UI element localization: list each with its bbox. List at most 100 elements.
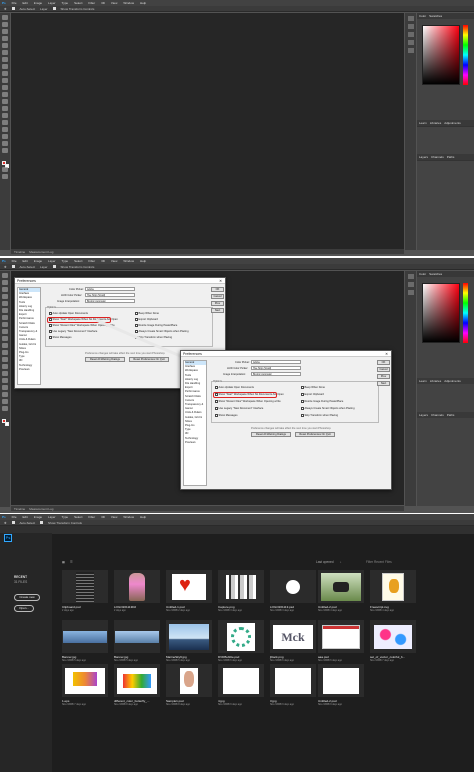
tab-libraries[interactable]: Libraries (430, 121, 442, 125)
color-field[interactable] (422, 25, 460, 85)
properties-icon[interactable] (407, 24, 414, 29)
hud-select[interactable]: Hue Strip (Small) (251, 366, 301, 370)
character-icon[interactable] (407, 32, 414, 37)
skip-transform-option[interactable]: Skip Transform when Placing (301, 414, 338, 417)
move-tool-icon[interactable]: ✥ (4, 7, 7, 11)
show-messages-option[interactable]: Show Messages (215, 414, 238, 417)
brush-settings-icon[interactable] (407, 48, 414, 53)
tab-channels[interactable]: Channels (431, 155, 444, 159)
color-picker-select[interactable]: Adobe (251, 360, 301, 364)
tab-learn[interactable]: Learn (419, 121, 427, 125)
prev-button[interactable]: Prev (377, 374, 390, 379)
sort-dropdown[interactable]: Last opened (316, 560, 334, 564)
menu-view[interactable]: View (111, 515, 117, 519)
move-tool-icon[interactable] (2, 15, 8, 20)
recent-file-tile[interactable]: 4.jpg Size 63MB 9 days ago (218, 664, 266, 708)
menu-3d[interactable]: 3D (101, 1, 105, 5)
recent-file-tile[interactable]: Sample1.psd Size 63MB 8 days ago (166, 664, 214, 708)
reset-on-quit-button[interactable]: Reset Preferences On Quit (295, 432, 335, 437)
auto-select-checkbox[interactable] (11, 7, 15, 10)
recent-file-tile[interactable]: 3.jpg Size 63MB 9 days ago (270, 664, 318, 708)
menu-edit[interactable]: Edit (23, 1, 28, 5)
crop-tool-icon[interactable] (2, 43, 8, 48)
open-button[interactable]: Open... (14, 605, 34, 612)
recent-file-tile[interactable]: aaa.psd Size 63MB 6 days ago (318, 620, 366, 664)
eyedropper-icon[interactable] (2, 50, 8, 55)
menu-help[interactable]: Help (140, 515, 146, 519)
ok-button[interactable]: OK (377, 360, 390, 365)
smart-objects-option[interactable]: Always Create Smart Objects when Placing (301, 407, 355, 410)
dodge-icon[interactable] (2, 106, 8, 111)
clone-stamp-icon[interactable] (2, 71, 8, 76)
recent-file-tile[interactable]: Untitled-2.psd Size 63MB 9 days ago (318, 664, 366, 708)
recent-file-tile[interactable]: DVDBubble.psd Size 63MB 6 days ago (218, 620, 266, 664)
recent-file-tile[interactable]: 1.eps Size 63MB 7 days ago (62, 664, 110, 708)
history-icon[interactable] (407, 16, 414, 21)
menu-image[interactable]: Image (34, 1, 42, 5)
menu-edit[interactable]: Edit (23, 515, 28, 519)
list-view-icon[interactable]: ☰ (70, 560, 73, 564)
path-select-icon[interactable] (2, 127, 8, 132)
tab-swatches[interactable]: Swatches (429, 14, 442, 18)
blur-icon[interactable] (2, 99, 8, 104)
brush-tool-icon[interactable] (2, 64, 8, 69)
beep-option[interactable]: Beep When Done (301, 386, 325, 389)
menu-filter[interactable]: Filter (88, 1, 95, 5)
recent-file-tile[interactable]: Untitled-2.psd Size 63MB 4 days ago (318, 570, 366, 614)
timeline-tab[interactable]: Timeline (14, 250, 25, 254)
pen-tool-icon[interactable] (2, 113, 8, 118)
cancel-button[interactable]: Cancel (377, 367, 390, 372)
menu-file[interactable]: File (12, 515, 17, 519)
recent-file-tile[interactable]: different_color_butterfly_... Size 63MB … (114, 664, 162, 708)
menu-select[interactable]: Select (74, 515, 82, 519)
move-tool-icon[interactable]: ✥ (4, 521, 7, 525)
recent-file-tile[interactable]: LOGO201113.psd Size 63MB 3 days ago (270, 570, 318, 614)
menu-image[interactable]: Image (34, 515, 42, 519)
eraser-icon[interactable] (2, 85, 8, 90)
ps-home-logo[interactable]: Ps (4, 534, 12, 542)
export-clipboard-option[interactable]: Export Clipboard (301, 393, 324, 396)
resize-paste-option[interactable]: Resize Image During Paste/Place (301, 400, 343, 403)
grid-view-icon[interactable]: ▦ (62, 560, 65, 564)
close-icon[interactable]: ✕ (385, 352, 388, 356)
lasso-tool-icon[interactable] (2, 29, 8, 34)
menu-view[interactable]: View (111, 1, 117, 5)
healing-brush-icon[interactable] (2, 57, 8, 62)
recent-file-tile[interactable]: ♥ Untitled-1.psd Size 63MB 2 days ago (166, 570, 214, 614)
paragraph-icon[interactable] (407, 40, 414, 45)
auto-select-checkbox[interactable] (11, 521, 15, 524)
recent-file-tile[interactable]: set_of_vector_colorful_b... Size 63MB 7 … (370, 620, 418, 664)
menu-select[interactable]: Select (74, 1, 82, 5)
next-button[interactable]: Next (377, 381, 390, 386)
recent-file-tile[interactable]: Mck jblack.png Size 63MB 6 days ago (270, 620, 318, 664)
reset-warnings-button[interactable]: Reset All Warning Dialogs (251, 432, 291, 437)
tab-paths[interactable]: Paths (447, 155, 455, 159)
sort-direction-icon[interactable]: ↓ (340, 560, 342, 564)
tab-adjustments[interactable]: Adjustments (444, 121, 461, 125)
transform-checkbox[interactable] (52, 7, 56, 10)
shape-tool-icon[interactable] (2, 134, 8, 139)
tab-layers[interactable]: Layers (419, 155, 428, 159)
recent-file-tile[interactable]: Freescript.svg Size 63MB 4 days ago (370, 570, 418, 614)
auto-update-option[interactable]: Auto-Update Open Documents (215, 386, 254, 389)
show-recent-option[interactable]: Show "Recent Files" Workspace When Openi… (215, 400, 281, 403)
menu-type[interactable]: Type (62, 1, 69, 5)
recent-file-tile[interactable]: Banner.jpg Size 63MB 5 days ago (62, 620, 110, 664)
gradient-icon[interactable] (2, 92, 8, 97)
quick-mask-icon[interactable] (2, 167, 8, 172)
category-item[interactable]: Technology Previews (185, 437, 206, 445)
menu-help[interactable]: Help (140, 1, 146, 5)
filter-input[interactable]: Filter Recent Files (366, 560, 392, 564)
hand-tool-icon[interactable] (2, 141, 8, 146)
menu-window[interactable]: Window (123, 1, 134, 5)
history-brush-icon[interactable] (2, 78, 8, 83)
measurement-log-tab[interactable]: Measurement Log (29, 250, 53, 254)
hue-slider[interactable] (463, 25, 468, 85)
screen-mode-icon[interactable] (2, 174, 8, 179)
layer-dropdown[interactable]: Layer (40, 7, 48, 11)
category-item[interactable]: Guides, Grid & Slices (185, 416, 206, 424)
menu-file[interactable]: File (12, 1, 17, 5)
recent-file-tile[interactable]: Banner.jpg Size 63MB 5 days ago (114, 620, 162, 664)
quick-select-icon[interactable] (2, 36, 8, 41)
zoom-tool-icon[interactable] (2, 148, 8, 153)
